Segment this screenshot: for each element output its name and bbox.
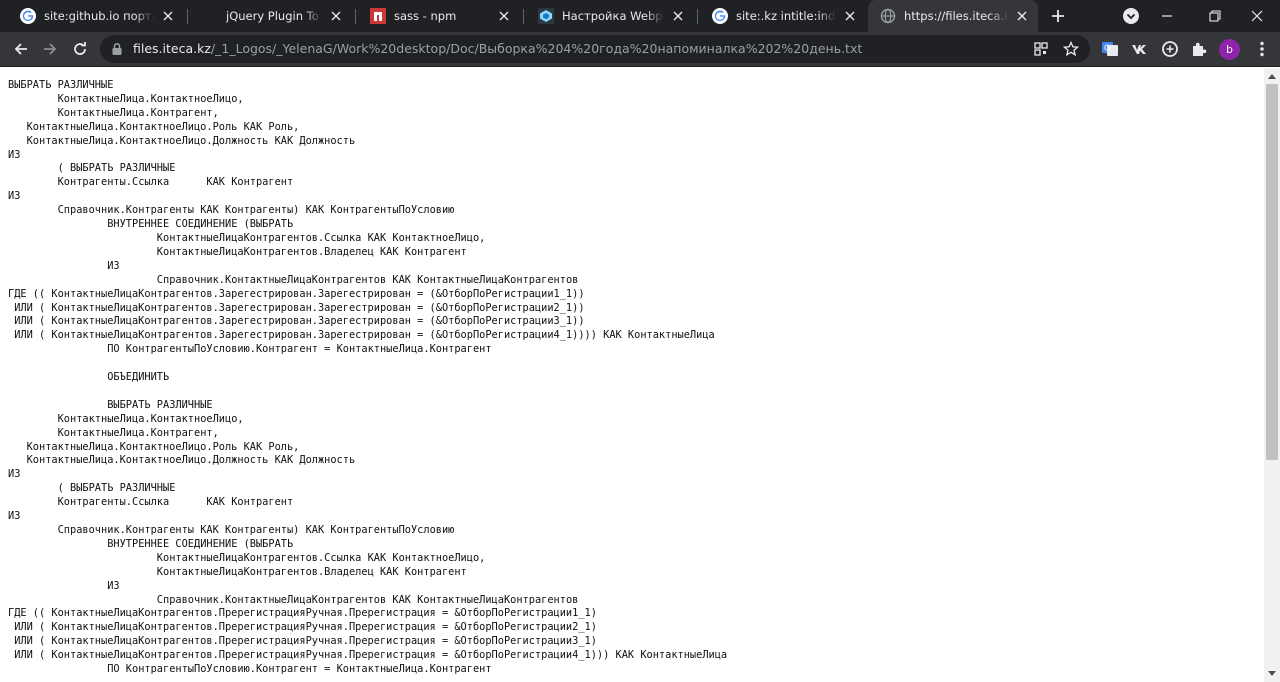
address-bar[interactable]: files.iteca.kz/_1_Logos/_YelenaG/Work%20… (100, 35, 1090, 63)
reload-button[interactable] (67, 36, 93, 62)
npm-icon (370, 8, 386, 24)
menu-kebab-icon[interactable] (1252, 39, 1272, 59)
restore-icon (1209, 10, 1221, 22)
minimize-button[interactable] (1144, 0, 1190, 32)
tab-separator (355, 9, 356, 24)
url-path: /_1_Logos/_YelenaG/Work%20desktop/Doc/Вы… (210, 41, 863, 56)
google-icon (712, 8, 728, 24)
tab-title: site:.kz intitle:index.of (736, 9, 836, 23)
profile-avatar[interactable]: b (1219, 39, 1240, 60)
close-icon (1251, 10, 1263, 22)
close-icon[interactable] (328, 8, 344, 24)
tab-title: sass - npm (394, 9, 457, 23)
window-close-button[interactable] (1234, 0, 1280, 32)
google-icon (20, 8, 36, 24)
text-document: ВЫБРАТЬ РАЗЛИЧНЫЕ КонтактныеЛица.Контакт… (8, 79, 728, 676)
tab-strip: site:github.io портфолио jQuery Plugin T… (0, 0, 1280, 32)
tab-separator (523, 9, 524, 24)
vertical-scrollbar[interactable] (1264, 68, 1280, 682)
vk-extension-icon[interactable] (1130, 39, 1150, 59)
tab-title: jQuery Plugin To Create (226, 9, 322, 23)
tab-separator (697, 9, 698, 24)
arrow-left-icon (14, 43, 27, 55)
url-text[interactable]: files.iteca.kz/_1_Logos/_YelenaG/Work%20… (133, 41, 862, 56)
tab-jquery-plugin[interactable]: jQuery Plugin To Create (190, 0, 352, 32)
webpack-icon (538, 8, 554, 24)
tab-sass-npm[interactable]: sass - npm (358, 0, 520, 32)
scroll-up-arrow[interactable] (1264, 68, 1280, 84)
new-tab-button[interactable] (1046, 4, 1070, 28)
qr-code-icon[interactable] (1032, 40, 1050, 58)
extension-circle-icon[interactable] (1160, 39, 1180, 59)
restore-button[interactable] (1192, 0, 1238, 32)
close-icon[interactable] (842, 8, 858, 24)
plus-icon (1052, 10, 1064, 22)
tab-title: site:github.io портфолио (44, 9, 154, 23)
browser-toolbar: files.iteca.kz/_1_Logos/_YelenaG/Work%20… (0, 32, 1280, 67)
lock-icon[interactable] (109, 41, 125, 57)
tab-title: https://files.iteca.kz/_1_ (904, 9, 1008, 23)
tab-webpack[interactable]: Настройка Webpack 5 (526, 0, 694, 32)
scroll-down-arrow[interactable] (1264, 666, 1280, 682)
close-icon[interactable] (670, 8, 686, 24)
extensions-puzzle-icon[interactable] (1189, 39, 1209, 59)
svg-text:G: G (1104, 44, 1110, 53)
tab-title: Настройка Webpack 5 (562, 9, 664, 23)
close-icon[interactable] (1014, 8, 1030, 24)
forward-button[interactable] (37, 36, 63, 62)
blank-page-icon (202, 8, 218, 24)
chevron-down-icon (1123, 8, 1139, 24)
tab-kz-index[interactable]: site:.kz intitle:index.of (700, 0, 866, 32)
arrow-right-icon (44, 43, 57, 55)
tab-github-search[interactable]: site:github.io портфолио (8, 0, 184, 32)
globe-icon (880, 8, 896, 24)
scrollbar-thumb[interactable] (1266, 84, 1278, 460)
bookmark-star-icon[interactable] (1062, 40, 1080, 58)
page-content: ВЫБРАТЬ РАЗЛИЧНЫЕ КонтактныеЛица.Контакт… (0, 68, 1264, 682)
url-host: files.iteca.kz (133, 41, 211, 56)
translate-extension-icon[interactable]: G (1100, 39, 1120, 59)
close-icon[interactable] (496, 8, 512, 24)
close-icon[interactable] (160, 8, 176, 24)
reload-icon (74, 42, 86, 55)
minimize-icon (1162, 15, 1172, 17)
tab-files-iteca[interactable]: https://files.iteca.kz/_1_ (868, 0, 1038, 32)
back-button[interactable] (8, 36, 34, 62)
tab-separator (187, 9, 188, 24)
